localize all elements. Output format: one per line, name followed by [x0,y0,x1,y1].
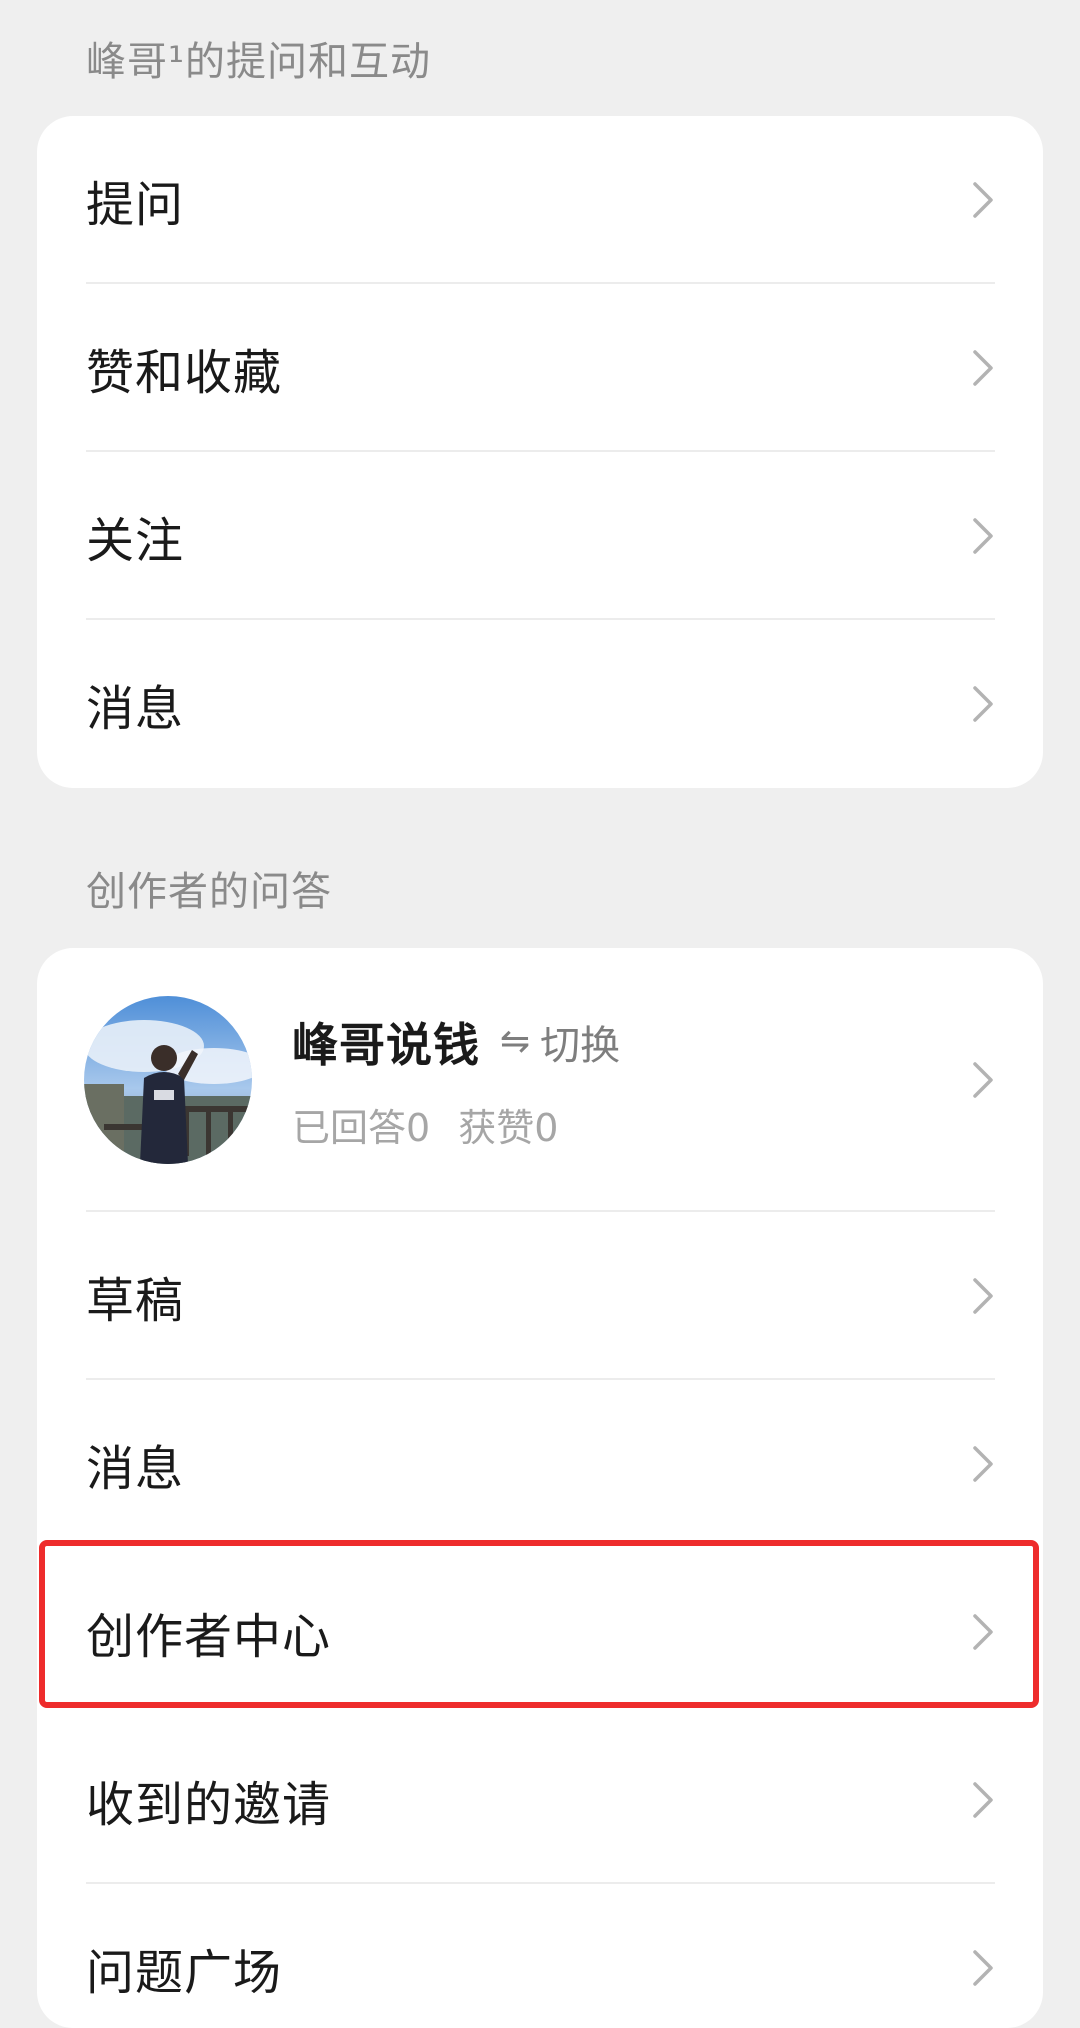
menu-item-label: 关注 [86,513,185,569]
chevron-right-icon [973,1950,993,1986]
avatar [84,996,252,1164]
menu-item-label: 创作者中心 [86,1609,332,1665]
menu-item-questions[interactable]: 提问 [37,116,1043,284]
chevron-right-icon [973,182,993,218]
menu-item-likes-favorites[interactable]: 赞和收藏 [37,284,1043,452]
chevron-right-icon [973,1446,993,1482]
chevron-right-icon [973,1062,993,1098]
menu-item-received-invitations[interactable]: 收到的邀请 [37,1716,1043,1884]
menu-item-label: 消息 [86,681,185,737]
menu-item-drafts[interactable]: 草稿 [37,1212,1043,1380]
likes-count: 获赞0 [458,1105,559,1150]
profile-info: 峰哥说钱 ⇋ 切换 已回答0 获赞0 [292,1009,620,1152]
creator-card: 峰哥说钱 ⇋ 切换 已回答0 获赞0 草稿 消息 创作者中心 收到的邀请 问题广… [37,948,1043,2028]
menu-item-label: 问题广场 [86,1945,283,2001]
menu-item-label: 提问 [86,177,185,233]
switch-icon: ⇋ [500,1021,531,1062]
switch-label: 切换 [540,1022,621,1069]
menu-item-messages[interactable]: 消息 [37,620,1043,788]
creator-name: 峰哥说钱 [292,1017,480,1072]
chevron-right-icon [973,1782,993,1818]
chevron-right-icon [973,518,993,554]
chevron-right-icon [973,686,993,722]
menu-item-label: 消息 [86,1441,185,1497]
menu-item-following[interactable]: 关注 [37,452,1043,620]
menu-item-creator-center[interactable]: 创作者中心 [37,1548,1043,1716]
menu-item-question-plaza[interactable]: 问题广场 [37,1884,1043,2028]
menu-item-label: 草稿 [86,1273,185,1329]
chevron-right-icon [973,1614,993,1650]
chevron-right-icon [973,1278,993,1314]
menu-item-label: 赞和收藏 [86,345,283,401]
menu-item-creator-messages[interactable]: 消息 [37,1380,1043,1548]
switch-account-button[interactable]: ⇋ 切换 [500,1013,620,1071]
interactions-card: 提问 赞和收藏 关注 消息 [37,116,1043,788]
section-title-interactions: 峰哥¹的提问和互动 [86,39,432,85]
section-title-creator-qa: 创作者的问答 [86,869,332,915]
creator-profile-row[interactable]: 峰哥说钱 ⇋ 切换 已回答0 获赞0 [37,948,1043,1212]
answered-count: 已回答0 [292,1105,431,1150]
chevron-right-icon [973,350,993,386]
menu-item-label: 收到的邀请 [86,1777,332,1833]
